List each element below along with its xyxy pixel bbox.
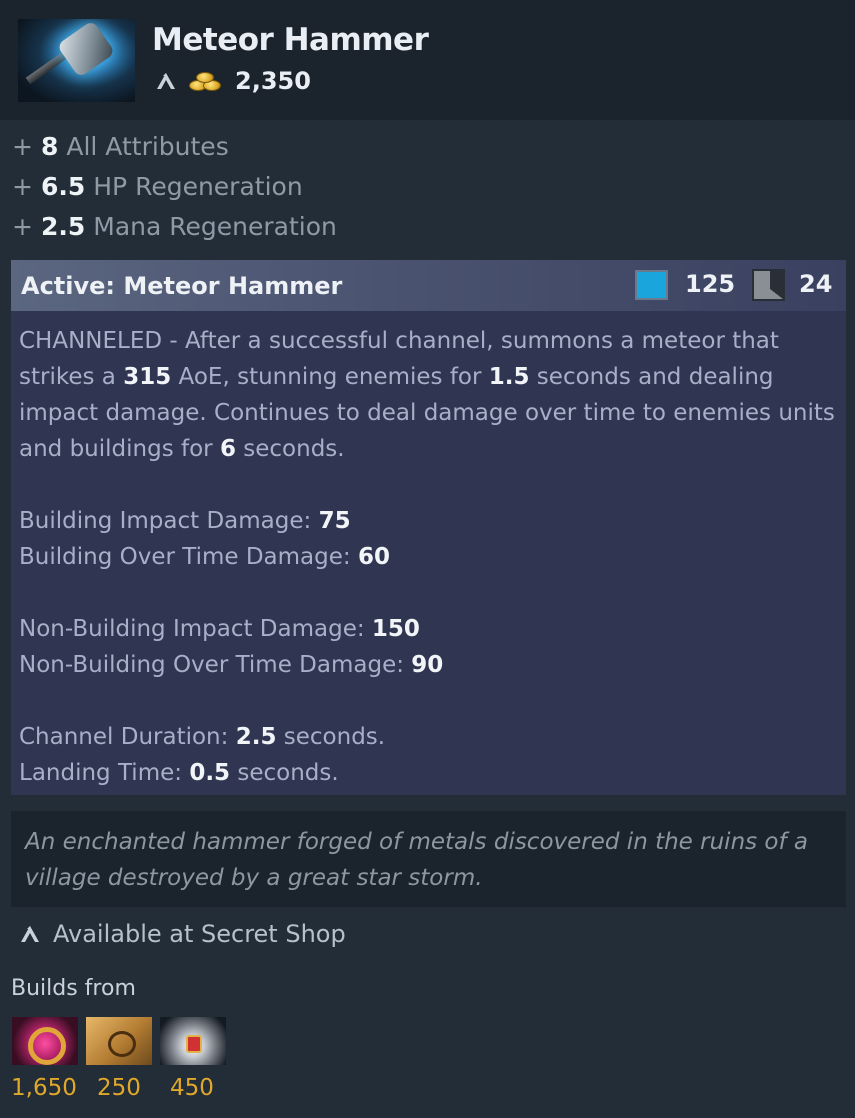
item-cost-value: 2,350 (235, 67, 311, 95)
cooldown-value: 24 (799, 270, 833, 298)
attribute-row: + 8 All Attributes (12, 131, 229, 161)
active-ability-panel: Active: Meteor Hammer 125 24 CHANNELED -… (11, 260, 846, 795)
channel-duration: Channel Duration: 2.5 seconds. (19, 724, 386, 750)
attribute-list: + 8 All Attributes + 6.5 HP Regeneration… (12, 126, 337, 246)
mana-cost-value: 125 (685, 270, 736, 298)
builds-from-label: Builds from (11, 976, 136, 1001)
building-overtime-damage: Building Over Time Damage: 60 (19, 544, 390, 570)
cooldown-icon (752, 269, 785, 301)
active-ability-header: Active: Meteor Hammer 125 24 (11, 260, 846, 311)
active-ability-description: CHANNELED - After a successful channel, … (11, 311, 846, 791)
attribute-row: + 6.5 HP Regeneration (12, 171, 303, 201)
secret-shop-icon (157, 73, 175, 89)
attribute-value: 2.5 (40, 211, 86, 241)
active-ability-title: Active: Meteor Hammer (21, 271, 343, 300)
landing-time: Landing Time: 0.5 seconds. (19, 760, 339, 786)
nonbuilding-impact-damage: Non-Building Impact Damage: 150 (19, 616, 420, 642)
component-prices: 1,650 250 450 (11, 1075, 240, 1101)
attribute-label: All Attributes (66, 131, 229, 161)
mana-cost-icon (635, 270, 668, 300)
item-lore: An enchanted hammer forged of metals dis… (11, 811, 846, 907)
nonbuilding-overtime-damage: Non-Building Over Time Damage: 90 (19, 652, 444, 678)
meteor-hammer-icon (18, 19, 135, 102)
availability-text: Available at Secret Shop (53, 920, 346, 948)
item-cost: 2,350 (155, 66, 311, 96)
component-price: 1,650 (11, 1075, 77, 1101)
attribute-value: 8 (40, 131, 59, 161)
shop-availability: Available at Secret Shop (19, 916, 346, 952)
component-price: 250 (97, 1075, 141, 1101)
secret-shop-icon (21, 926, 39, 942)
ability-description-text: CHANNELED - After a successful channel, … (19, 328, 835, 462)
attribute-label: Mana Regeneration (93, 211, 337, 241)
item-header: Meteor Hammer 2,350 (0, 0, 855, 120)
recipe-scroll-icon[interactable] (86, 1017, 152, 1065)
attribute-label: HP Regeneration (93, 171, 303, 201)
crown-icon[interactable] (160, 1017, 226, 1065)
component-list (12, 1017, 234, 1065)
building-impact-damage: Building Impact Damage: 75 (19, 508, 351, 534)
gold-coins-icon (187, 68, 225, 94)
attribute-row: + 2.5 Mana Regeneration (12, 211, 337, 241)
ring-of-regen-icon[interactable] (12, 1017, 78, 1065)
item-name: Meteor Hammer (152, 22, 429, 58)
component-price: 450 (170, 1075, 214, 1101)
attribute-value: 6.5 (40, 171, 86, 201)
